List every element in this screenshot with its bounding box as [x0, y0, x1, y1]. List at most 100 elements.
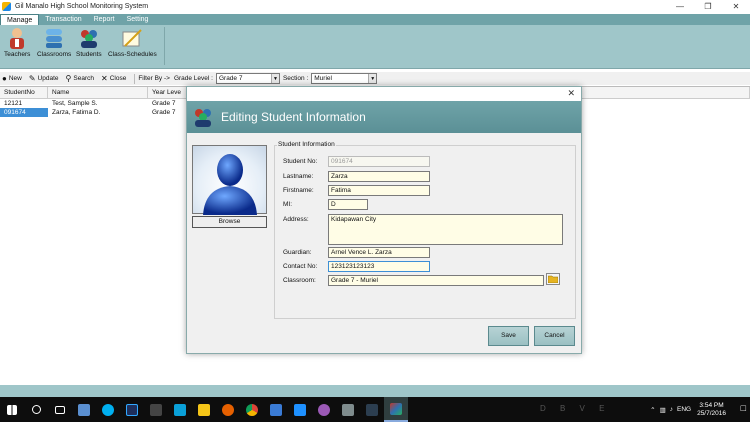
cell-studentno: 12121 — [4, 100, 23, 107]
class-schedules-button[interactable]: Class-Schedules — [108, 27, 157, 58]
cell-name: Zarza, Fatima D. — [52, 109, 101, 116]
app-icon — [318, 403, 330, 416]
volume-icon[interactable]: ♪ — [670, 406, 673, 413]
taskbar-app[interactable] — [96, 397, 120, 422]
guardian-field[interactable]: Arnel Vence L. Zarza — [328, 247, 430, 258]
section-select[interactable]: Muriel ▼ — [311, 73, 378, 84]
network-icon[interactable]: ▥ — [660, 406, 666, 414]
guardian-label: Guardian: — [283, 249, 312, 256]
cortana-button[interactable] — [24, 397, 48, 422]
section-label: Section : — [282, 75, 309, 82]
student-info-group: Student Information Student No: 091674 L… — [274, 141, 576, 319]
classroom-label: Classroom: — [283, 277, 316, 284]
start-button[interactable] — [0, 397, 24, 422]
status-bar — [0, 385, 750, 397]
edit-student-dialog: ✕ Editing Student Information Browse Stu… — [186, 86, 582, 354]
taskbar-app[interactable] — [240, 397, 264, 422]
menu-transaction[interactable]: Transaction — [39, 14, 87, 25]
filter-by-label: Filter By -> — [138, 75, 170, 82]
tray-chevron-icon[interactable]: ⌃ — [650, 406, 655, 414]
task-view-button[interactable] — [48, 397, 72, 422]
menu-setting[interactable]: Setting — [121, 14, 155, 25]
taskbar-app[interactable] — [312, 397, 336, 422]
skype-icon — [102, 403, 114, 416]
app-icon — [366, 403, 378, 416]
save-button[interactable]: Save — [488, 326, 529, 346]
chevron-down-icon: ▼ — [270, 74, 279, 83]
close-icon[interactable]: ✕ — [567, 88, 575, 99]
dialog-banner: Editing Student Information — [187, 101, 581, 133]
cancel-button[interactable]: Cancel — [534, 326, 575, 346]
watermark-text: D B V E — [540, 404, 611, 413]
taskbar-app[interactable] — [264, 397, 288, 422]
system-tray: ⌃ ▥ ♪ ENG 3:54 PM 25/7/2016 — [650, 397, 726, 422]
students-button[interactable]: Students — [76, 27, 102, 58]
teachers-button[interactable]: Teachers — [4, 27, 30, 58]
menu-manage[interactable]: Manage — [0, 14, 40, 25]
notification-icon[interactable]: □ — [741, 403, 746, 413]
filter-toolbar: ● New ✎ Update ⚲ Search ✕ Close Filter B… — [0, 72, 750, 85]
lastname-field[interactable]: Zarza — [328, 171, 430, 182]
mi-label: MI: — [283, 201, 293, 208]
column-header-name[interactable]: Name — [48, 87, 148, 98]
update-label: Update — [37, 75, 59, 82]
classroom-field[interactable]: Grade 7 - Muriel — [328, 275, 544, 286]
close-button[interactable]: ✕ Close — [99, 74, 126, 83]
windows-taskbar: ⌃ ▥ ♪ ENG 3:54 PM 25/7/2016 □ — [0, 397, 750, 422]
taskbar-app[interactable] — [120, 397, 144, 422]
ribbon-divider — [164, 27, 165, 65]
taskbar-app[interactable] — [144, 397, 168, 422]
menubar: Manage Transaction Report Setting — [0, 14, 750, 25]
app-icon — [294, 403, 306, 416]
section-value: Muriel — [314, 75, 332, 82]
classrooms-button[interactable]: Classrooms — [37, 27, 71, 58]
student-no-field[interactable]: 091674 — [328, 156, 430, 167]
firefox-icon — [222, 403, 234, 416]
mi-field[interactable]: D — [328, 199, 368, 210]
language-indicator[interactable]: ENG — [677, 406, 691, 413]
app-icon — [150, 403, 162, 416]
new-label: New — [8, 75, 22, 82]
taskbar-app[interactable] — [216, 397, 240, 422]
firstname-field[interactable]: Fatima — [328, 185, 430, 196]
folder-icon — [548, 275, 558, 283]
taskbar-app[interactable] — [192, 397, 216, 422]
search-button[interactable]: ⚲ Search — [64, 74, 94, 83]
students-icon — [195, 109, 211, 127]
taskbar-app[interactable] — [168, 397, 192, 422]
taskbar-app[interactable] — [360, 397, 384, 422]
taskbar-app[interactable] — [288, 397, 312, 422]
minimize-icon[interactable]: — — [666, 0, 694, 13]
address-field[interactable]: Kidapawan City — [328, 214, 563, 245]
students-label: Students — [76, 51, 102, 58]
search-label: Search — [73, 75, 94, 82]
taskbar-app[interactable] — [72, 397, 96, 422]
classrooms-label: Classrooms — [37, 51, 72, 58]
menu-report[interactable]: Report — [88, 14, 121, 25]
grade-level-label: Grade Level : — [173, 75, 213, 82]
new-button[interactable]: ● New — [0, 74, 22, 83]
student-photo — [192, 145, 267, 215]
lastname-label: Lastname: — [283, 173, 314, 180]
window-titlebar: Gil Manalo High School Monitoring System… — [0, 0, 750, 13]
restore-icon[interactable]: ❐ — [694, 0, 722, 13]
classroom-browse-button[interactable] — [546, 273, 560, 285]
task-view-icon — [55, 405, 65, 414]
close-icon[interactable]: ✕ — [722, 0, 750, 13]
teacher-icon — [10, 28, 25, 49]
dialog-title: Editing Student Information — [221, 110, 366, 124]
clock[interactable]: 3:54 PM 25/7/2016 — [697, 402, 726, 418]
address-label: Address: — [283, 216, 309, 223]
browse-button[interactable]: Browse — [192, 216, 267, 228]
grade-level-select[interactable]: Grade 7 ▼ — [215, 73, 280, 84]
class-schedules-label: Class-Schedules — [108, 51, 157, 58]
column-header-studentno[interactable]: StudentNo — [0, 87, 48, 98]
search-icon — [31, 405, 41, 414]
photoshop-icon — [126, 403, 138, 416]
taskbar-app[interactable] — [336, 397, 360, 422]
user-icon: ● — [2, 74, 7, 83]
taskbar-app-active[interactable] — [384, 397, 408, 422]
user-avatar-icon — [203, 154, 257, 215]
update-button[interactable]: ✎ Update — [27, 74, 59, 83]
contact-no-field[interactable]: 123123123123 — [328, 261, 430, 272]
